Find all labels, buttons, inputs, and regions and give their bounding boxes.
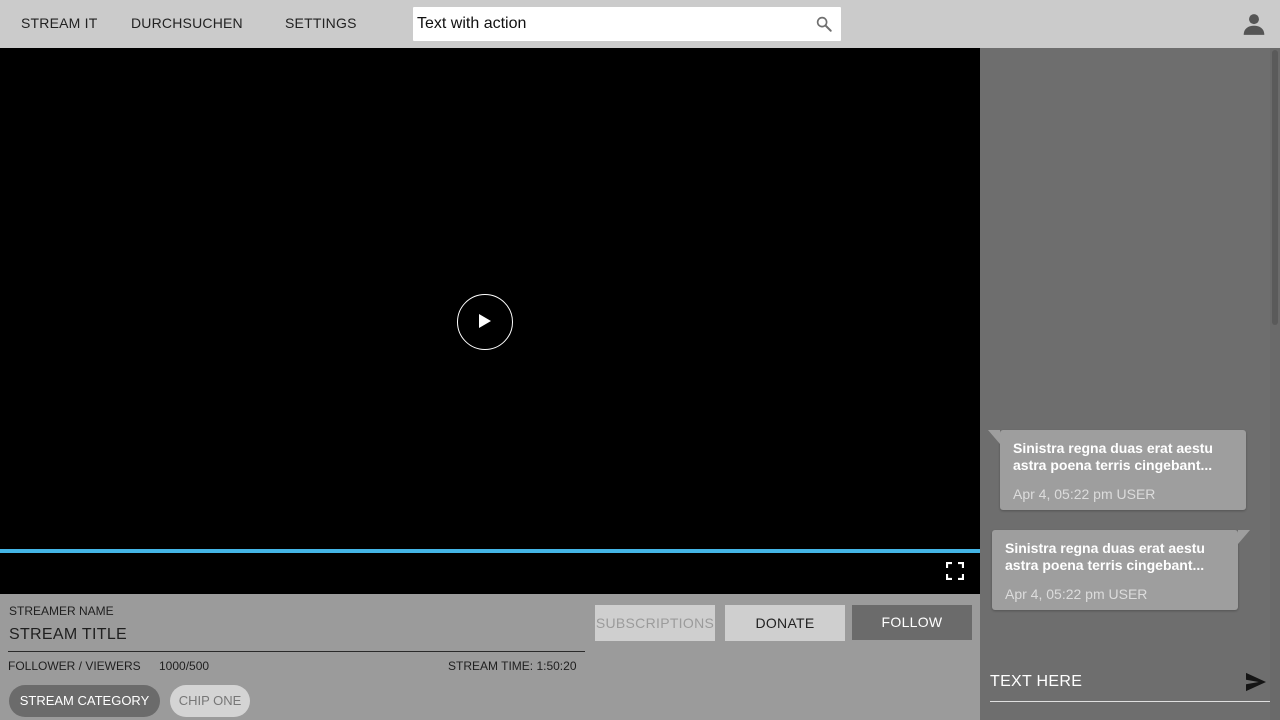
follow-button[interactable]: FOLLOW — [852, 605, 972, 640]
account-icon[interactable] — [1241, 11, 1267, 37]
subscriptions-button[interactable]: SUBSCRIPTIONS — [595, 605, 715, 641]
play-button[interactable] — [457, 294, 513, 350]
follower-viewers-label: FOLLOWER / VIEWERS — [8, 659, 141, 673]
follower-viewers-value: 1000/500 — [159, 659, 210, 673]
chat-input[interactable]: TEXT HERE — [990, 673, 1082, 691]
search-input-value[interactable]: Text with action — [417, 15, 526, 33]
chat-message: Sinistra regna duas erat aestu astra poe… — [992, 530, 1250, 610]
search-input[interactable]: Text with action — [413, 7, 841, 41]
stream-info-panel: STREAMER NAME STREAM TITLE FOLLOWER / VI… — [0, 594, 980, 720]
bubble-tail — [1238, 530, 1250, 544]
video-player[interactable] — [0, 48, 980, 594]
chip-one[interactable]: CHIP ONE — [170, 685, 250, 717]
top-app-bar: STREAM IT DURCHSUCHEN SETTINGS Text with… — [0, 0, 1280, 48]
nav-settings[interactable]: SETTINGS — [285, 15, 357, 31]
donate-button[interactable]: DONATE — [725, 605, 845, 641]
title-divider — [8, 651, 585, 652]
stream-time: STREAM TIME: 1:50:20 — [448, 659, 577, 673]
chat-scrollbar-thumb[interactable] — [1272, 50, 1278, 325]
send-icon[interactable] — [1245, 672, 1267, 692]
bubble-tail — [988, 430, 1000, 444]
nav-durchsuchen[interactable]: DURCHSUCHEN — [131, 15, 243, 31]
video-progress-bar[interactable] — [0, 549, 980, 553]
chat-panel: Sinistra regna duas erat aestu astra poe… — [980, 48, 1280, 720]
chat-message: Sinistra regna duas erat aestu astra poe… — [988, 430, 1246, 510]
chat-message-text: Sinistra regna duas erat aestu astra poe… — [1013, 440, 1213, 473]
streamer-name: STREAMER NAME — [9, 604, 114, 618]
stream-category-chip[interactable]: STREAM CATEGORY — [9, 685, 160, 717]
fullscreen-icon[interactable] — [946, 562, 964, 580]
chat-message-meta: Apr 4, 05:22 pm USER — [1005, 586, 1148, 602]
play-icon — [479, 314, 491, 328]
search-icon[interactable] — [815, 15, 833, 33]
nav-stream-it[interactable]: STREAM IT — [21, 15, 97, 31]
chat-input-underline — [990, 701, 1270, 702]
chat-message-meta: Apr 4, 05:22 pm USER — [1013, 486, 1156, 502]
stream-title: STREAM TITLE — [9, 626, 127, 643]
chat-message-text: Sinistra regna duas erat aestu astra poe… — [1005, 540, 1205, 573]
